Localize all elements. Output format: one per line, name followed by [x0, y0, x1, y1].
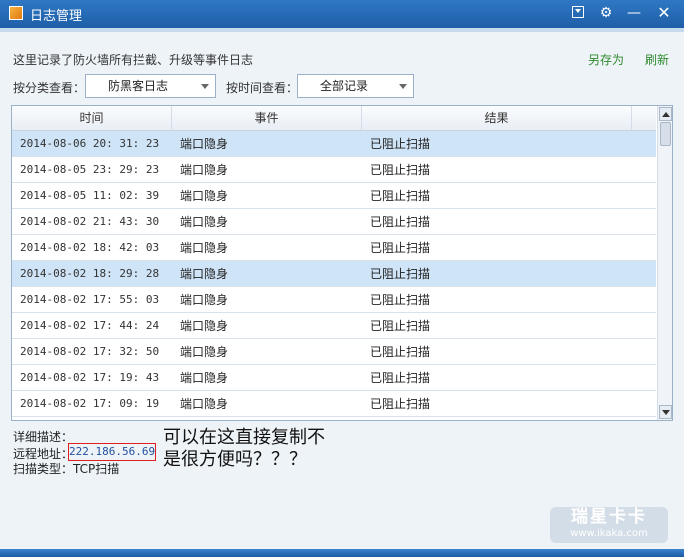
scroll-down-icon[interactable]	[659, 405, 672, 419]
chevron-down-icon	[399, 84, 407, 89]
cell-event: 端口隐身	[180, 371, 229, 385]
cell-result: 已阻止扫描	[370, 397, 431, 411]
cell-result: 已阻止扫描	[370, 293, 431, 307]
cell-time: 2014-08-02 17: 19: 43	[20, 371, 160, 384]
cell-event: 端口隐身	[180, 215, 229, 229]
category-select-value: 防黑客日志	[108, 79, 169, 93]
cell-time: 2014-08-02 17: 55: 03	[20, 293, 160, 306]
cell-result: 已阻止扫描	[370, 345, 431, 359]
bottom-bar	[0, 549, 684, 557]
cell-result: 已阻止扫描	[370, 215, 431, 229]
cell-result: 已阻止扫描	[370, 189, 431, 203]
cell-time: 2014-08-02 18: 42: 03	[20, 241, 160, 254]
window-title: 日志管理	[30, 9, 83, 24]
table-row[interactable]: 2014-08-02 17: 32: 50 端口隐身 已阻止扫描	[12, 339, 656, 365]
cell-time: 2014-08-05 11: 02: 39	[20, 189, 160, 202]
time-filter-label: 按时间查看：	[226, 81, 299, 95]
app-icon	[9, 6, 23, 20]
table-row[interactable]: 2014-08-02 21: 43: 30 端口隐身 已阻止扫描	[12, 209, 656, 235]
table-row[interactable]: 2014-08-05 11: 02: 39 端口隐身 已阻止扫描	[12, 183, 656, 209]
cell-result: 已阻止扫描	[370, 319, 431, 333]
close-button[interactable]: ✕	[652, 2, 676, 24]
column-header-time[interactable]: 时间	[12, 106, 172, 130]
cell-event: 端口隐身	[180, 267, 229, 281]
table-row[interactable]: 2014-08-02 17: 09: 19 端口隐身 已阻止扫描	[12, 391, 656, 417]
title-bar: 日志管理 ⚙ — ✕	[0, 0, 684, 28]
scan-type-value: TCP扫描	[73, 462, 120, 476]
cell-result: 已阻止扫描	[370, 267, 431, 281]
log-table: 时间 事件 结果 2014-08-06 20: 31: 23 端口隐身 已阻止扫描 2…	[11, 105, 673, 421]
table-body: 2014-08-06 20: 31: 23 端口隐身 已阻止扫描 2014-08-05…	[12, 131, 656, 417]
table-row[interactable]: 2014-08-05 23: 29: 23 端口隐身 已阻止扫描	[12, 157, 656, 183]
cell-event: 端口隐身	[180, 293, 229, 307]
time-select-value: 全部记录	[320, 79, 369, 93]
cell-time: 2014-08-05 23: 29: 23	[20, 163, 160, 176]
annotation-note: 可以在这直接复制不 是很方便吗？？？	[163, 427, 325, 470]
cell-event: 端口隐身	[180, 163, 229, 177]
cell-event: 端口隐身	[180, 137, 229, 151]
cell-time: 2014-08-02 17: 44: 24	[20, 319, 160, 332]
column-header-result[interactable]: 结果	[362, 106, 632, 130]
cell-result: 已阻止扫描	[370, 163, 431, 177]
cell-result: 已阻止扫描	[370, 241, 431, 255]
cell-time: 2014-08-02 18: 29: 28	[20, 267, 160, 280]
category-filter-label: 按分类查看：	[13, 81, 86, 95]
table-row[interactable]: 2014-08-02 18: 29: 28 端口隐身 已阻止扫描	[12, 261, 656, 287]
cell-event: 端口隐身	[180, 397, 229, 411]
table-row[interactable]: 2014-08-02 17: 44: 24 端口隐身 已阻止扫描	[12, 313, 656, 339]
cell-time: 2014-08-02 17: 32: 50	[20, 345, 160, 358]
cell-event: 端口隐身	[180, 345, 229, 359]
page-description: 这里记录了防火墙所有拦截、升级等事件日志	[13, 53, 254, 67]
cell-time: 2014-08-02 17: 09: 19	[20, 397, 160, 410]
watermark-url: www.ikaka.com	[570, 528, 648, 539]
save-as-link[interactable]: 另存为	[588, 51, 624, 68]
dropdown-menu-icon[interactable]	[566, 2, 590, 24]
cell-event: 端口隐身	[180, 241, 229, 255]
column-header-event[interactable]: 事件	[172, 106, 362, 130]
watermark-brand: 瑞星卡卡	[571, 507, 647, 527]
scan-type-label: 扫描类型：	[13, 462, 74, 476]
remote-address-value[interactable]: 222.186.56.69	[68, 443, 156, 461]
cell-time: 2014-08-02 21: 43: 30	[20, 215, 160, 228]
time-select[interactable]: 全部记录	[297, 74, 414, 98]
vertical-scrollbar[interactable]	[657, 106, 672, 420]
cell-time: 2014-08-06 20: 31: 23	[20, 137, 160, 150]
gear-icon[interactable]: ⚙	[594, 2, 618, 24]
category-select[interactable]: 防黑客日志	[85, 74, 216, 98]
cell-result: 已阻止扫描	[370, 137, 431, 151]
chevron-down-icon	[201, 84, 209, 89]
watermark-logo: 瑞星卡卡 www.ikaka.com	[550, 507, 668, 543]
cell-event: 端口隐身	[180, 319, 229, 333]
minimize-button[interactable]: —	[622, 2, 646, 24]
column-header-filler	[632, 106, 656, 130]
refresh-link[interactable]: 刷新	[645, 51, 669, 68]
detail-title: 详细描述：	[13, 430, 74, 444]
scroll-up-icon[interactable]	[659, 107, 672, 121]
scroll-thumb[interactable]	[660, 122, 671, 146]
cell-event: 端口隐身	[180, 189, 229, 203]
table-row[interactable]: 2014-08-06 20: 31: 23 端口隐身 已阻止扫描	[12, 131, 656, 157]
scan-type-line: 扫描类型：TCP扫描	[13, 460, 119, 477]
table-header: 时间 事件 结果	[12, 106, 656, 131]
table-row[interactable]: 2014-08-02 17: 19: 43 端口隐身 已阻止扫描	[12, 365, 656, 391]
table-row[interactable]: 2014-08-02 18: 42: 03 端口隐身 已阻止扫描	[12, 235, 656, 261]
cell-result: 已阻止扫描	[370, 371, 431, 385]
table-row[interactable]: 2014-08-02 17: 55: 03 端口隐身 已阻止扫描	[12, 287, 656, 313]
title-bar-edge	[0, 28, 684, 32]
